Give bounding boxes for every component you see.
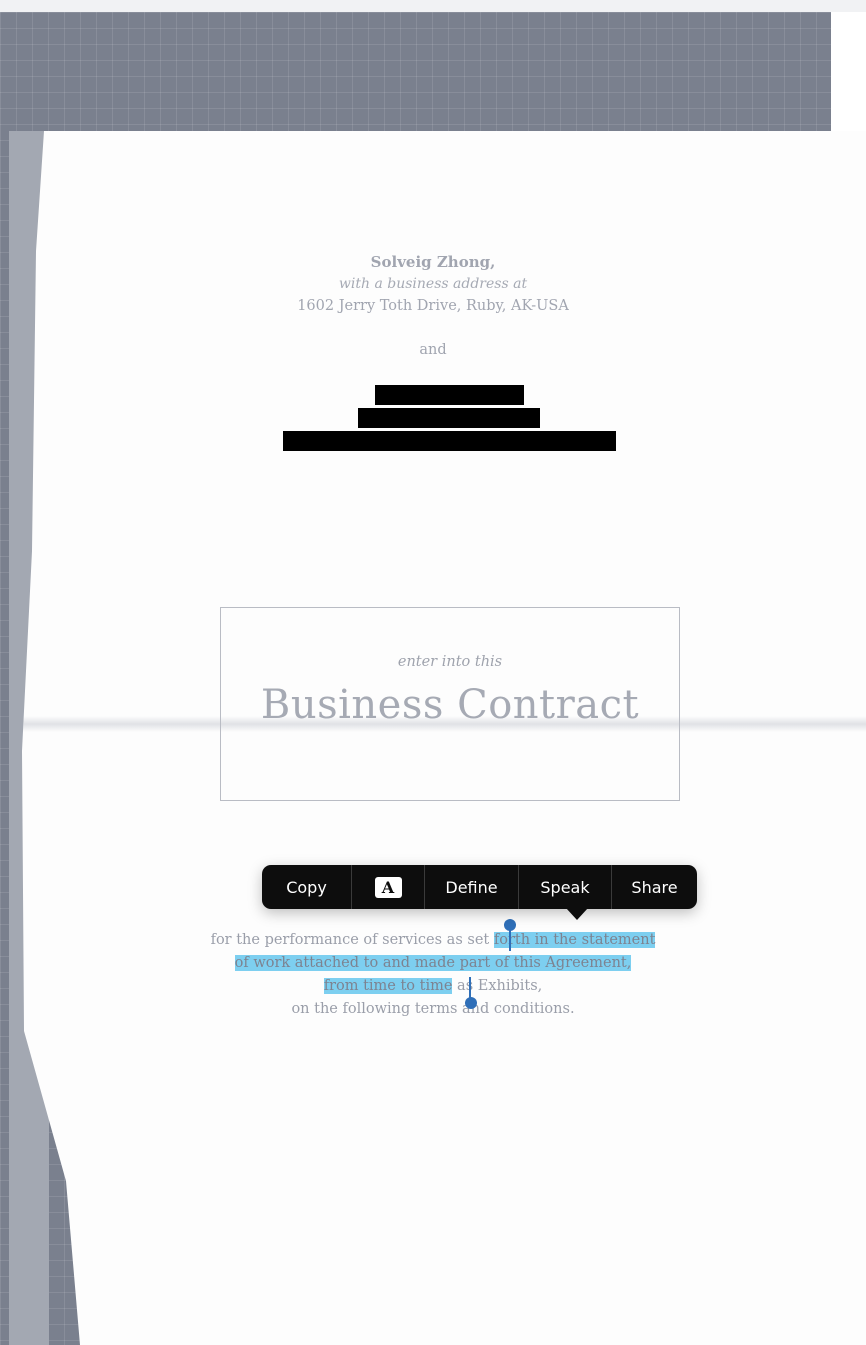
selected-text[interactable]: from time to time [323, 978, 453, 994]
menu-pointer [566, 908, 588, 920]
selected-text[interactable]: of work attached to and made part of thi… [234, 955, 632, 971]
document-title: Business Contract [260, 682, 640, 728]
selection-start-handle-bar[interactable] [509, 929, 511, 951]
body-line[interactable]: of work attached to and made part of thi… [0, 955, 866, 971]
speak-button[interactable]: Speak [519, 865, 612, 909]
redaction-bar [283, 431, 616, 451]
share-button[interactable]: Share [612, 865, 697, 909]
title-subtitle: enter into this [397, 654, 503, 670]
define-button[interactable]: Define [425, 865, 519, 909]
selection-end-handle[interactable] [465, 997, 477, 1009]
redaction-bar [375, 385, 524, 405]
selection-end-handle-bar[interactable] [469, 977, 471, 999]
body-line[interactable]: for the performance of services as set f… [0, 932, 866, 948]
title-frame: enter into this Business Contract [220, 607, 680, 801]
party-one-address: 1602 Jerry Toth Drive, Ruby, AK-USA [297, 298, 569, 314]
text-selection-menu: Copy A Define Speak Share [262, 865, 697, 909]
redaction-bar [358, 408, 540, 428]
body-text[interactable]: for the performance of services as set [211, 932, 494, 948]
party-one-name: Solveig Zhong, [370, 253, 496, 271]
body-line[interactable]: on the following terms and conditions. [0, 1001, 866, 1017]
top-strip [0, 0, 866, 12]
format-button[interactable]: A [352, 865, 425, 909]
body-line[interactable]: from time to time as Exhibits, [0, 978, 866, 994]
selected-text[interactable]: forth in the statement [493, 932, 656, 948]
copy-button[interactable]: Copy [262, 865, 352, 909]
conjunction-text: and [419, 342, 447, 358]
font-format-icon: A [374, 876, 402, 898]
body-text[interactable]: as Exhibits, [452, 978, 542, 994]
selection-start-handle[interactable] [504, 919, 516, 931]
party-one-tagline: with a business address at [338, 276, 528, 292]
